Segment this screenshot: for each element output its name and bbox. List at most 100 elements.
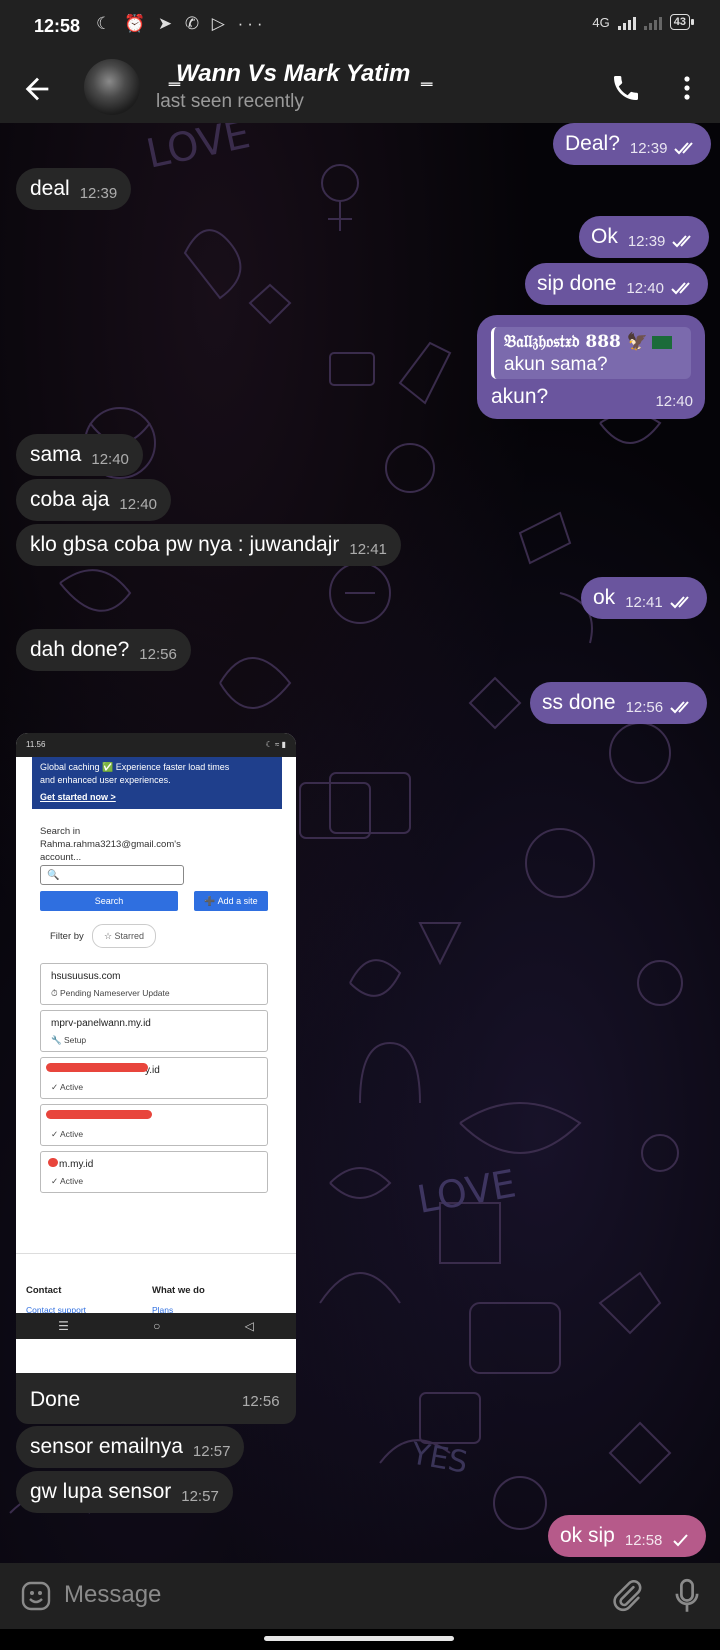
photo-site-row: m.my.id ✓ Active (40, 1151, 268, 1193)
message-text: Ok (591, 225, 618, 248)
reply-quote-text: akun sama? (504, 354, 608, 375)
message-time: 12:41 (349, 540, 387, 558)
double-check-icon (670, 701, 689, 714)
system-nav-bar (0, 1629, 720, 1650)
message-text: Deal? (565, 132, 620, 155)
signal-icon-secondary (643, 15, 662, 30)
photo-nav-home-icon: ○ (153, 1319, 161, 1333)
last-seen-status: last seen recently (156, 91, 304, 112)
photo-site-row: hsusuusus.com ⏱ Pending Nameserver Updat… (40, 963, 268, 1005)
photo-banner-line2: and enhanced user experiences. (40, 775, 171, 785)
double-check-icon (672, 235, 692, 248)
photo-site-domain: mprv-panelwann.my.id (51, 1018, 151, 1029)
double-check-icon (674, 142, 694, 155)
svg-text:LOVE: LOVE (143, 123, 255, 178)
avatar[interactable] (84, 59, 140, 115)
redaction-mark (46, 1063, 148, 1072)
message-composer: Message (0, 1563, 720, 1629)
flag-icon (651, 336, 672, 349)
reply-quote[interactable]: 𝔅𝔞𝔩𝔩𝔷𝔥𝔬𝔰𝔱𝔵𝔡 888 🦅 akun sama? (491, 327, 691, 379)
photo-filter-label: Filter by (50, 931, 84, 942)
more-vert-icon[interactable] (675, 72, 699, 104)
message-in[interactable]: sama 12:40 (16, 434, 143, 476)
message-out[interactable]: ss done 12:56 (530, 682, 708, 724)
double-check-icon (670, 596, 689, 609)
message-time: 12:39 (79, 184, 118, 202)
message-in[interactable]: sensor emailnya 12:57 (16, 1426, 245, 1468)
photo-status-bar: 11.56 ☾ ≈ ▮ (16, 733, 296, 757)
message-out[interactable]: Deal? 12:39 (553, 123, 712, 165)
message-text: klo gbsa coba pw nya : juwandajr (30, 533, 340, 556)
message-time: 12:57 (181, 1487, 219, 1505)
message-time: 12:57 (192, 1442, 231, 1460)
photo-nav-menu-icon: ☰ (58, 1319, 69, 1333)
photo-footer-divider (16, 1253, 296, 1254)
photo-status-icons: ☾ ≈ ▮ (265, 740, 286, 749)
screenshot-image[interactable]: 11.56 ☾ ≈ ▮ Global caching ✅ Experience … (16, 733, 296, 1373)
message-text: ss done (542, 691, 616, 714)
photo-search-label: Search in Rahma.rahma3213@gmail.com's ac… (40, 826, 181, 863)
photo-site-domain: m.my.id (59, 1159, 94, 1170)
redaction-mark (48, 1158, 58, 1167)
photo-message[interactable]: 11.56 ☾ ≈ ▮ Global caching ✅ Experience … (16, 733, 296, 1424)
message-in[interactable]: klo gbsa coba pw nya : juwandajr 12:41 (16, 524, 401, 566)
notification-icons: ☾ ⏰ ➤ ✆ ▷ ··· (96, 14, 267, 33)
mic-icon[interactable] (673, 1578, 701, 1614)
photo-nav-back-icon: ◁ (244, 1319, 254, 1333)
back-arrow-icon[interactable] (20, 72, 54, 106)
photo-site-row: mprv-panelwann.my.id 🔧 Setup (40, 1010, 268, 1052)
message-in[interactable]: dah done? 12:56 (16, 629, 191, 671)
message-text: ok (593, 586, 616, 609)
photo-site-status: ⏱ Pending Nameserver Update (51, 988, 170, 998)
message-text: deal (30, 177, 70, 200)
home-gesture-bar[interactable] (264, 1636, 454, 1641)
photo-footer-contact: Contact (26, 1285, 62, 1296)
message-out[interactable]: ok 12:41 (581, 577, 707, 619)
message-in[interactable]: coba aja 12:40 (16, 479, 171, 521)
photo-starred-chip: ☆ Starred (92, 924, 156, 948)
photo-banner-link: Get started now > (40, 792, 116, 802)
photo-site-status: ✓ Active (51, 1176, 84, 1186)
photo-banner-line1: Global caching ✅ Experience faster load … (40, 762, 230, 772)
photo-status-time: 11.56 (26, 740, 46, 749)
message-time: 12:40 (655, 393, 693, 410)
status-time: 12:58 (34, 16, 81, 36)
chat-area[interactable]: LOVE LOVE YES Deal? 12:39 deal 12:39 Ok … (0, 123, 720, 1563)
message-input[interactable]: Message (64, 1581, 161, 1609)
message-time: 12:41 (625, 593, 663, 611)
photo-site-status: ✓ Active (51, 1082, 84, 1092)
photo-site-status: 🔧 Setup (51, 1035, 87, 1045)
battery-icon: 43 (669, 14, 695, 30)
message-in[interactable]: gw lupa sensor 12:57 (16, 1471, 233, 1513)
photo-site-domain: hsusuusus.com (51, 971, 121, 982)
message-text: sama (30, 443, 82, 466)
chat-title[interactable]: ຏ͇Wann Vs Mark Yatimຏ͇ (158, 60, 428, 88)
message-out-reply[interactable]: 𝔅𝔞𝔩𝔩𝔷𝔥𝔬𝔰𝔱𝔵𝔡 888 🦅 akun sama? akun? 12:40 (477, 315, 705, 419)
double-check-icon (671, 282, 690, 295)
message-text: ok sip (560, 1524, 615, 1547)
emoji-icon[interactable] (20, 1580, 52, 1612)
message-time: 12:58 (624, 1531, 663, 1549)
message-time: 12:39 (627, 232, 666, 250)
message-in[interactable]: deal 12:39 (16, 168, 132, 210)
chat-header: ຏ͇Wann Vs Mark Yatimຏ͇ last seen recentl… (0, 54, 720, 123)
message-text: coba aja (30, 488, 110, 511)
redaction-mark (46, 1110, 152, 1119)
message-time: 12:40 (119, 495, 157, 513)
message-text: akun? (491, 385, 549, 408)
message-time: 12:56 (139, 645, 177, 663)
message-out[interactable]: Ok 12:39 (579, 216, 710, 258)
phone-icon[interactable] (610, 72, 642, 104)
attach-icon[interactable] (610, 1578, 644, 1612)
message-text: sip done (537, 272, 617, 295)
svg-text:LOVE: LOVE (414, 1161, 519, 1222)
message-time: 12:40 (626, 279, 664, 297)
message-out-pending[interactable]: ok sip 12:58 (548, 1515, 707, 1557)
photo-footer-whatwedo: What we do (152, 1285, 205, 1296)
message-time: 12:56 (242, 1393, 280, 1410)
photo-search-button: Search (40, 891, 178, 911)
message-out[interactable]: sip done 12:40 (525, 263, 708, 305)
network-label: 4G (592, 14, 610, 30)
photo-add-site-button: ➕ Add a site (194, 891, 268, 911)
message-text: gw lupa sensor (30, 1480, 172, 1503)
